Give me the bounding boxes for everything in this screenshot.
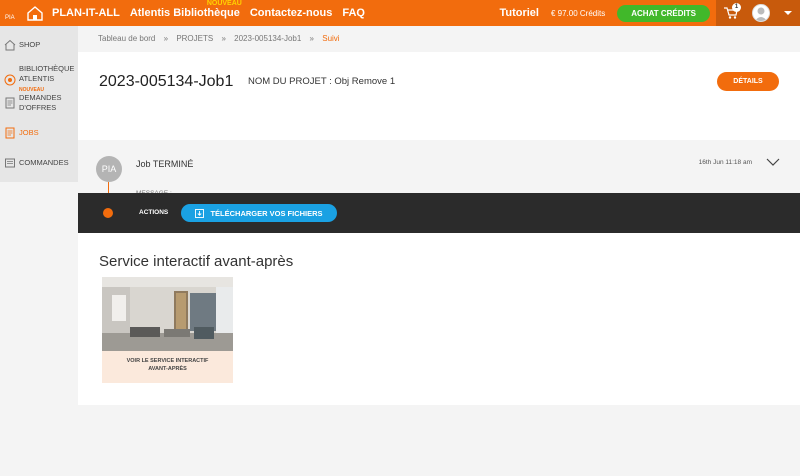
sidebar-item-demandes[interactable]: DEMANDES D'OFFRES: [4, 93, 62, 113]
buy-credits-button[interactable]: ACHAT CRÉDITS: [617, 4, 710, 22]
download-files-button[interactable]: TÉLÉCHARGER VOS FICHIERS: [181, 204, 337, 222]
job-status: Job TERMINÉ: [136, 159, 194, 169]
breadcrumb-current: Suivi: [322, 34, 340, 43]
user-avatar[interactable]: [752, 4, 770, 22]
sidebar-item-shop[interactable]: SHOP: [4, 39, 40, 51]
breadcrumb-projects[interactable]: PROJETS: [176, 34, 213, 43]
svg-text:PIA: PIA: [5, 15, 15, 21]
avatar: PIA: [96, 156, 122, 182]
timeline-dot: [103, 208, 113, 218]
breadcrumb-job[interactable]: 2023-005134-Job1: [234, 34, 301, 43]
breadcrumb-dashboard[interactable]: Tableau de bord: [98, 34, 155, 43]
service-caption: VOIR LE SERVICE INTERACTIF AVANT-APRÈS: [102, 357, 233, 373]
details-button[interactable]: DÉTAILS: [717, 72, 779, 91]
sidebar-item-label: COMMANDES: [19, 158, 69, 167]
sidebar-item-label: JOBS: [19, 128, 39, 137]
library-icon: [4, 74, 16, 85]
status-date: 16th Jun 11:18 am: [698, 159, 752, 166]
sidebar-item-label-2: D'OFFRES: [19, 103, 57, 112]
sidebar-item-commandes[interactable]: COMMANDES: [4, 157, 69, 169]
service-caption-line1: VOIR LE SERVICE INTERACTIF: [126, 358, 209, 364]
main-nav: PLAN-IT-ALL Atlentis Bibliothèque NOUVEA…: [52, 0, 365, 26]
sidebar-item-bibliotheque[interactable]: BIBLIOTHÈQUE ATLENTIS NOUVEAU: [4, 64, 78, 95]
quote-icon: [5, 97, 15, 109]
sidebar-item-label-2: ATLENTIS: [19, 74, 55, 83]
page-background: [78, 405, 800, 476]
breadcrumb-sep: »: [221, 34, 226, 43]
shop-icon: [4, 39, 16, 51]
credits-balance: € 97.00 Crédits: [550, 8, 606, 18]
top-right: Tutoriel € 97.00 Crédits ACHAT CRÉDITS 1: [499, 0, 800, 26]
service-caption-line2: AVANT-APRÈS: [148, 366, 187, 372]
cart-zone: 1: [716, 0, 800, 26]
breadcrumb-sep: »: [309, 34, 314, 43]
nav-contact[interactable]: Contactez-nous: [250, 7, 333, 19]
breadcrumb: Tableau de bord » PROJETS » 2023-005134-…: [98, 34, 340, 43]
room-photo: [102, 277, 233, 351]
job-header: 2023-005134-Job1 NOM DU PROJET : Obj Rem…: [78, 52, 800, 244]
actions-label: ACTIONS: [139, 209, 169, 216]
service-section: Service interactif avant-après VOIR LE S…: [78, 233, 800, 405]
page-title: 2023-005134-Job1: [99, 73, 234, 90]
orders-icon: [5, 158, 15, 168]
nav-brand[interactable]: PLAN-IT-ALL: [52, 7, 120, 19]
cart-count-badge: 1: [732, 3, 741, 12]
sidebar: SHOP BIBLIOTHÈQUE ATLENTIS NOUVEAU DEMAN…: [0, 26, 78, 182]
user-icon: [754, 7, 768, 21]
service-title: Service interactif avant-après: [99, 253, 294, 270]
nouveau-badge: NOUVEAU: [206, 0, 242, 7]
chevron-down-icon[interactable]: [766, 155, 780, 169]
sidebar-item-text: DEMANDES D'OFFRES: [19, 93, 62, 113]
sidebar-item-label: DEMANDES: [19, 93, 62, 102]
project-name: NOM DU PROJET : Obj Remove 1: [248, 76, 396, 87]
nav-faq[interactable]: FAQ: [342, 7, 365, 19]
breadcrumb-sep: »: [163, 34, 169, 43]
logo-icon[interactable]: PIA: [4, 4, 44, 22]
sidebar-item-jobs[interactable]: JOBS: [4, 127, 39, 139]
tutoriel-link[interactable]: Tutoriel: [499, 7, 539, 19]
service-thumbnail[interactable]: VOIR LE SERVICE INTERACTIF AVANT-APRÈS: [102, 277, 233, 383]
nav-bibliotheque-label: Atlentis Bibliothèque: [129, 7, 240, 19]
top-bar: PIA PLAN-IT-ALL Atlentis Bibliothèque NO…: [0, 0, 800, 26]
nav-bibliotheque[interactable]: Atlentis Bibliothèque NOUVEAU: [129, 0, 242, 19]
jobs-icon: [5, 127, 15, 139]
actions-bar: ACTIONS TÉLÉCHARGER VOS FICHIERS: [78, 193, 800, 233]
main-content: Tableau de bord » PROJETS » 2023-005134-…: [78, 26, 800, 476]
chevron-down-icon[interactable]: [784, 10, 792, 16]
sidebar-item-text: BIBLIOTHÈQUE ATLENTIS NOUVEAU: [19, 64, 78, 95]
sidebar-item-label: BIBLIOTHÈQUE: [19, 64, 75, 73]
download-label: TÉLÉCHARGER VOS FICHIERS: [210, 208, 323, 218]
sidebar-item-label: SHOP: [19, 40, 41, 49]
download-icon: [195, 208, 205, 218]
